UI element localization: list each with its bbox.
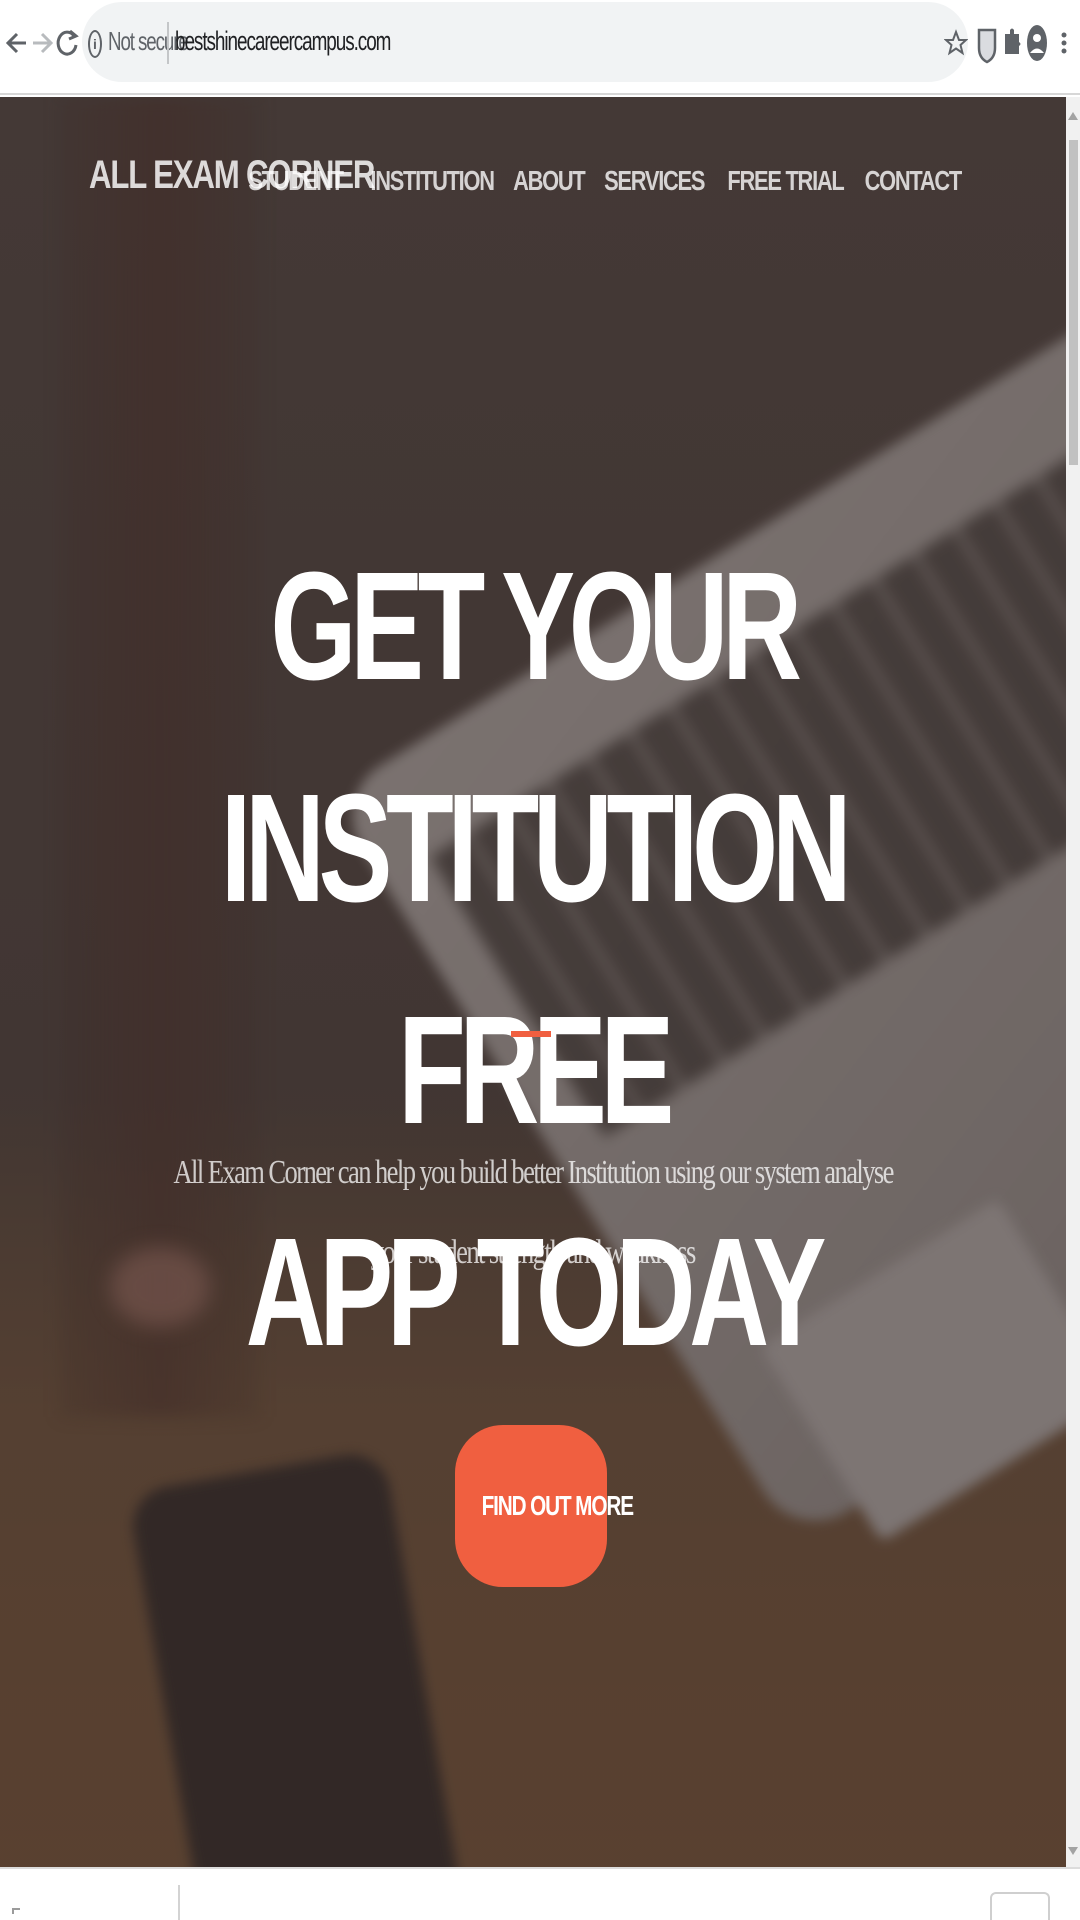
- find-out-more-label: FIND OUT MORE: [481, 1490, 634, 1521]
- reload-icon: [56, 29, 79, 56]
- bottom-panel-divider: [178, 1885, 180, 1920]
- nav-link-student[interactable]: STUDENT: [249, 161, 345, 201]
- star-icon: [943, 29, 969, 56]
- bottom-corner-mark: [12, 1908, 20, 1914]
- omnibox-divider: [167, 22, 169, 64]
- reload-button[interactable]: [52, 22, 82, 64]
- extension-shield-button[interactable]: [975, 20, 999, 66]
- scroll-up-arrow-icon[interactable]: [1068, 112, 1078, 120]
- more-menu-icon: [1061, 32, 1067, 54]
- url-text[interactable]: bestshinecareercampus.com: [175, 26, 391, 57]
- scrollbar-thumb[interactable]: [1069, 140, 1078, 465]
- extension-shield-icon: [977, 28, 997, 64]
- nav-link-contact[interactable]: CONTACT: [865, 161, 963, 201]
- hero-headline-line-1: GET YOUR INSTITUTION FREE: [220, 540, 852, 1156]
- nav-link-institution[interactable]: INSTITUTION: [370, 161, 495, 201]
- bottom-panel-button[interactable]: [990, 1892, 1050, 1920]
- nav-link-about[interactable]: ABOUT: [513, 161, 586, 201]
- hero-subtext-line-1: All Exam Corner can help you build bette…: [173, 1154, 894, 1191]
- profile-button[interactable]: [1025, 20, 1049, 66]
- puzzle-icon: [1005, 28, 1021, 54]
- scroll-down-arrow-icon[interactable]: [1068, 1847, 1078, 1855]
- find-out-more-button[interactable]: FIND OUT MORE: [455, 1425, 634, 1587]
- info-icon[interactable]: i: [88, 30, 102, 58]
- bottom-panel: [0, 1867, 1080, 1920]
- hero-divider: [511, 1031, 551, 1037]
- hero-subtext: All Exam Corner can help you build bette…: [0, 1133, 1066, 1293]
- site-nav: STUDENT INSTITUTION ABOUT SERVICES FREE …: [235, 161, 975, 201]
- more-menu-button[interactable]: [1052, 20, 1076, 66]
- bookmark-star-button[interactable]: [943, 20, 969, 66]
- nav-link-services[interactable]: SERVICES: [604, 161, 705, 201]
- nav-link-free-trial[interactable]: FREE TRIAL: [727, 161, 844, 201]
- profile-icon: [1027, 25, 1047, 61]
- hero-subtext-line-2: your student strength and weakness: [370, 1234, 697, 1271]
- extensions-button[interactable]: [1000, 20, 1024, 66]
